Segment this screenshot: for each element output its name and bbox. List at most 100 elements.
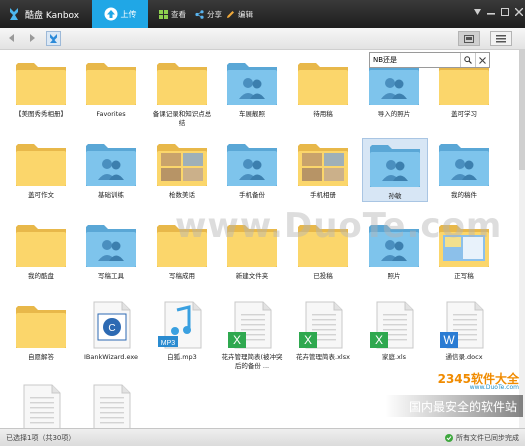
folder-item[interactable]: 写稿成用: [150, 219, 214, 281]
back-icon[interactable]: [6, 32, 18, 44]
title-bar: 酷盘 Kanbox 上传 查看 分享 编辑: [0, 0, 525, 28]
document-icon: [84, 383, 138, 428]
folder-item[interactable]: 新建文件夹: [220, 219, 284, 281]
app-title-text: 酷盘 Kanbox: [25, 10, 80, 21]
forward-icon[interactable]: [26, 32, 38, 44]
folder-item[interactable]: 孙敏: [362, 138, 428, 202]
item-label: 【美图秀秀相册】: [15, 110, 67, 118]
folder-icon: [14, 138, 68, 188]
scrollbar-thumb[interactable]: [519, 50, 525, 170]
shared-folder-icon: [368, 139, 422, 189]
shared-folder-icon: [437, 138, 491, 188]
folder-item[interactable]: 备课记录和知识点总结: [150, 57, 214, 128]
thumbnail-view-icon: [464, 34, 474, 43]
shared-folder-icon: [84, 219, 138, 269]
item-label: 花卉管理简表.xlsx: [296, 353, 350, 361]
item-label: 花卉管理简表(被冲突后的备份 ...: [221, 353, 283, 370]
item-label: 写稿成用: [169, 272, 195, 280]
folder-item[interactable]: 车展靓照: [220, 57, 284, 119]
folder-item[interactable]: 手机备份: [220, 138, 284, 200]
file-item[interactable]: [9, 383, 73, 428]
file-item[interactable]: [79, 383, 143, 428]
share-label: 分享: [207, 9, 222, 19]
search-close-button[interactable]: [474, 53, 490, 67]
item-label: 手机相册: [310, 191, 336, 199]
folder-item[interactable]: 基础训练: [79, 138, 143, 200]
folder-icon: [14, 57, 68, 107]
upload-label: 上传: [120, 9, 137, 19]
upload-arrow-icon: [104, 7, 117, 21]
folder-item[interactable]: 我的稿件: [432, 138, 496, 200]
thumbnail-view-button[interactable]: [458, 31, 480, 46]
shared-folder-icon: [84, 138, 138, 188]
breadcrumb-root[interactable]: [46, 31, 61, 46]
folder-item[interactable]: Favorites: [79, 57, 143, 119]
folder-icon: [225, 219, 279, 269]
search-button[interactable]: [460, 53, 475, 67]
photo-folder-icon: [296, 138, 350, 188]
close-icon[interactable]: [512, 6, 525, 18]
item-label: 孙敏: [388, 192, 402, 200]
document-icon: [14, 383, 68, 428]
folder-item[interactable]: 我的酷盘: [9, 219, 73, 281]
scrollbar[interactable]: [519, 50, 525, 428]
view-icon: [159, 9, 168, 19]
excel-file-icon: X: [225, 300, 279, 350]
share-button[interactable]: 分享: [195, 8, 222, 20]
item-label: 我的稿件: [451, 191, 477, 199]
kanbox-home-icon: [50, 34, 57, 43]
folder-item[interactable]: 已投稿: [291, 219, 355, 281]
item-label: 基础训练: [98, 191, 124, 199]
view-button[interactable]: 查看: [159, 8, 186, 20]
shared-folder-icon: [225, 57, 279, 107]
selection-status: 已选择1项（共30项）: [6, 434, 76, 442]
search-input[interactable]: [370, 54, 460, 66]
search-icon: [464, 56, 472, 64]
folder-icon: [296, 57, 350, 107]
folder-item[interactable]: 照片: [362, 219, 426, 281]
status-bar: 已选择1项（共30项） 所有文件已同步完成: [0, 428, 525, 446]
item-label: 盖可学习: [451, 110, 477, 118]
folder-item[interactable]: 枪数美话: [150, 138, 214, 200]
word-file-icon: W: [437, 300, 491, 350]
minimize-icon[interactable]: [484, 6, 498, 18]
folder-item[interactable]: 手机相册: [291, 138, 355, 200]
item-label: 枪数美话: [169, 191, 195, 199]
corner-url: www.DuoTe.com: [469, 384, 519, 391]
file-item[interactable]: C IBankWizard.exe: [79, 300, 143, 362]
folder-item[interactable]: 盖可作文: [9, 138, 73, 200]
item-label: 车展靓照: [239, 110, 265, 118]
file-item[interactable]: X 家庭.xls: [362, 300, 426, 362]
kanbox-window: 酷盘 Kanbox 上传 查看 分享 编辑 【美图秀秀相册】 Favorites…: [0, 0, 525, 446]
search-box: [369, 52, 490, 68]
folder-item[interactable]: 自愿解答: [9, 300, 73, 362]
item-label: 备课记录和知识点总结: [152, 110, 212, 127]
svg-text:C: C: [108, 323, 115, 334]
kanbox-logo-icon: [10, 8, 18, 20]
folder-icon: [155, 219, 209, 269]
item-label: Favorites: [96, 110, 126, 118]
window-controls: [470, 6, 525, 18]
svg-text:W: W: [443, 333, 455, 347]
list-view-button[interactable]: [490, 31, 512, 46]
file-item[interactable]: X 花卉管理简表(被冲突后的备份 ...: [220, 300, 284, 371]
folder-item[interactable]: 正写稿: [432, 219, 496, 281]
item-label: 照片: [387, 272, 401, 280]
folder-item[interactable]: 【美图秀秀相册】: [9, 57, 73, 119]
pencil-icon: [227, 10, 234, 18]
folder-item[interactable]: 待用稿: [291, 57, 355, 119]
item-label: 通信录.docx: [445, 353, 483, 361]
folder-item[interactable]: 写稿工具: [79, 219, 143, 281]
maximize-icon[interactable]: [498, 6, 512, 18]
file-item[interactable]: W 通信录.docx: [432, 300, 496, 362]
file-item[interactable]: MP3 白狐.mp3: [150, 300, 214, 362]
settings-icon[interactable]: [470, 6, 484, 18]
svg-text:MP3: MP3: [161, 340, 176, 347]
item-label: 家庭.xls: [381, 353, 407, 361]
edit-button[interactable]: 编辑: [226, 8, 253, 20]
item-label: 导入的照片: [377, 110, 411, 118]
upload-button[interactable]: 上传: [92, 0, 148, 28]
file-item[interactable]: X 花卉管理简表.xlsx: [291, 300, 355, 362]
mp3-file-icon: MP3: [155, 300, 209, 350]
svg-text:X: X: [375, 333, 383, 347]
